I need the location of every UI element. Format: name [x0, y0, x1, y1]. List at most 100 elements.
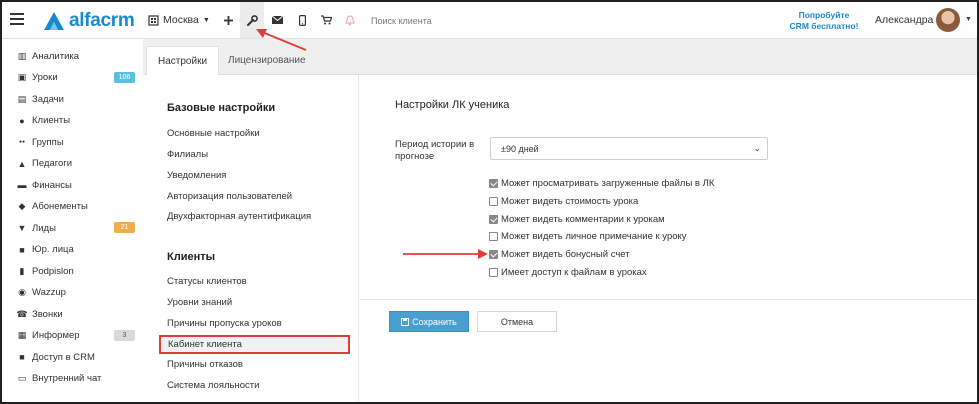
save-button[interactable]: Сохранить	[389, 311, 469, 332]
checkbox[interactable]	[489, 196, 498, 206]
free-trial-link[interactable]: Попробуйте CRM бесплатно!	[782, 10, 866, 32]
menu-link-branches[interactable]: Филиалы	[167, 149, 208, 160]
sidebar-item-label: Podpislon	[32, 265, 74, 277]
menu-link-notifications[interactable]: Уведомления	[167, 170, 226, 181]
plus-icon[interactable]	[216, 2, 240, 38]
sidebar-item[interactable]: ■ Юр. лица	[2, 240, 143, 260]
save-button-label: Сохранить	[412, 316, 457, 327]
sidebar-item-label: Уроки	[32, 72, 58, 83]
checkbox[interactable]	[489, 214, 498, 224]
checkbox-label: Может видеть стоимость урока	[501, 195, 639, 207]
sidebar-item[interactable]: ▭ Внутренний чат	[2, 369, 143, 389]
sidebar-item-label: Финансы	[32, 179, 72, 191]
sidebar-item[interactable]: ▣ Уроки 106	[2, 68, 143, 88]
sidebar-item[interactable]: ■ Доступ в CRM	[2, 347, 143, 367]
sidebar-item[interactable]: ☎ Звонки	[2, 304, 143, 324]
clients-heading: Клиенты	[167, 251, 216, 263]
menu-link-2fa[interactable]: Двухфакторная аутентификация	[167, 211, 311, 222]
panel-title: Настройки ЛК ученика	[395, 99, 510, 111]
menu-link-absence-reasons[interactable]: Причины пропуска уроков	[167, 318, 282, 329]
menu-link-user-auth[interactable]: Авторизация пользователей	[167, 191, 292, 202]
chat-icon: ▭	[17, 373, 27, 383]
tab-licensing[interactable]: Лицензирование	[217, 46, 317, 75]
cancel-button[interactable]: Отмена	[477, 311, 557, 332]
tab-settings[interactable]: Настройки	[146, 46, 220, 75]
sidebar-item[interactable]: ▬ Финансы	[2, 175, 143, 195]
sidebar-item-label: Группы	[32, 136, 64, 148]
sidebar: ▥ Аналитика ▣ Уроки 106 ▤ Задачи ● Клиенты ●● Груп…	[2, 39, 143, 402]
user-name[interactable]: Александра	[875, 14, 933, 26]
app-window: alfacrm Москва ▼ Поиск клиента Попробуйт…	[0, 0, 979, 404]
menu-link-refusal-reasons[interactable]: Причины отказов	[167, 359, 243, 370]
bell-icon[interactable]	[338, 2, 362, 38]
money-icon: ▬	[17, 180, 27, 190]
checkbox[interactable]	[489, 250, 498, 260]
briefcase-icon: ■	[19, 244, 25, 255]
cart-icon[interactable]	[314, 2, 338, 38]
count-badge: 21	[114, 222, 135, 233]
whatsapp-icon: ◉	[18, 287, 26, 297]
chart-icon: ▥	[17, 50, 27, 61]
sidebar-item-label: Юр. лица	[32, 244, 74, 255]
avatar[interactable]	[936, 8, 960, 32]
sidebar-item-label: Wazzup	[32, 287, 66, 298]
sidebar-item-label: Клиенты	[32, 115, 71, 126]
sidebar-item[interactable]: ▼ Лиды 21	[2, 218, 143, 238]
sidebar-item-label: Информер	[32, 330, 80, 341]
permission-checkbox-row[interactable]: Может просматривать загруженные файлы в …	[489, 176, 714, 191]
sidebar-item[interactable]: ● Клиенты	[2, 111, 143, 131]
menu-link-client-cabinet[interactable]: Кабинет клиента	[159, 335, 350, 354]
chevron-down-icon: ▼	[202, 16, 210, 24]
sidebar-item[interactable]: ●● Группы	[2, 132, 143, 152]
sidebar-item-label: Внутренний чат	[32, 373, 102, 384]
sidebar-item[interactable]: ▮ Podpislon	[2, 261, 143, 281]
menu-link-knowledge-levels[interactable]: Уровни знаний	[167, 297, 232, 308]
logo[interactable]: alfacrm	[43, 8, 135, 34]
chevron-down-icon[interactable]: ▼	[965, 16, 972, 23]
annotation-arrow-bonus	[403, 249, 488, 259]
permission-checkbox-row[interactable]: Может видеть личное примечание к уроку	[489, 229, 687, 244]
history-period-value: ±90 дней	[501, 143, 539, 154]
permission-checkbox-row[interactable]: Может видеть бонусный счет	[489, 247, 630, 262]
checkbox-label: Может видеть личное примечание к уроку	[501, 231, 687, 243]
user-icon: ●	[19, 115, 25, 126]
funnel-icon: ▼	[17, 223, 27, 233]
sidebar-item[interactable]: ▥ Аналитика	[2, 46, 143, 66]
sidebar-item[interactable]: ◆ Абонементы	[2, 197, 143, 217]
sidebar-item-label: Лиды	[32, 222, 56, 234]
sidebar-item[interactable]: ▲ Педагоги	[2, 154, 143, 174]
client-search-input[interactable]	[371, 14, 571, 28]
permission-checkbox-row[interactable]: Может видеть стоимость урока	[489, 194, 638, 209]
permission-checkbox-row[interactable]: Имеет доступ к файлам в уроках	[489, 265, 647, 280]
promo-line-1: Попробуйте	[798, 10, 850, 20]
tab-bar: Настройки Лицензирование	[143, 39, 977, 75]
checkbox-label: Может просматривать загруженные файлы в …	[501, 178, 715, 189]
history-period-label: Период истории в прогнозе	[395, 139, 475, 162]
sidebar-item-label: Звонки	[32, 308, 63, 320]
count-badge: 3	[114, 329, 135, 341]
checkbox[interactable]	[489, 268, 498, 277]
checkbox[interactable]	[489, 179, 498, 188]
logo-icon	[44, 12, 64, 30]
sidebar-item-label: Абонементы	[32, 201, 88, 212]
basic-settings-heading: Базовые настройки	[167, 102, 276, 114]
menu-link-loyalty-system[interactable]: Система лояльности	[167, 380, 259, 391]
permission-checkbox-row[interactable]: Может видеть комментарии к урокам	[489, 212, 665, 227]
checkbox[interactable]	[489, 232, 498, 242]
users-icon: ●●	[18, 139, 26, 145]
checkbox-label: Может видеть комментарии к урокам	[501, 213, 665, 225]
mail-icon[interactable]	[265, 2, 289, 38]
calendar-icon: ▣	[17, 72, 27, 82]
history-period-select[interactable]: ±90 дней ⌄	[490, 137, 768, 160]
sidebar-item[interactable]: ▦ Информер 3	[2, 326, 143, 346]
sidebar-item[interactable]: ▤ Задачи	[2, 89, 143, 109]
sidebar-item[interactable]: ◉ Wazzup	[2, 283, 143, 303]
city-selector[interactable]: Москва ▼	[148, 2, 216, 38]
promo-line-2: CRM бесплатно!	[789, 21, 859, 31]
menu-link-main-settings[interactable]: Основные настройки	[167, 128, 260, 139]
menu-link-client-statuses[interactable]: Статусы клиентов	[167, 276, 247, 287]
phone-icon[interactable]	[290, 2, 314, 38]
wrench-icon[interactable]	[240, 2, 264, 38]
menu-icon[interactable]	[10, 13, 24, 25]
count-badge: 106	[114, 71, 135, 83]
